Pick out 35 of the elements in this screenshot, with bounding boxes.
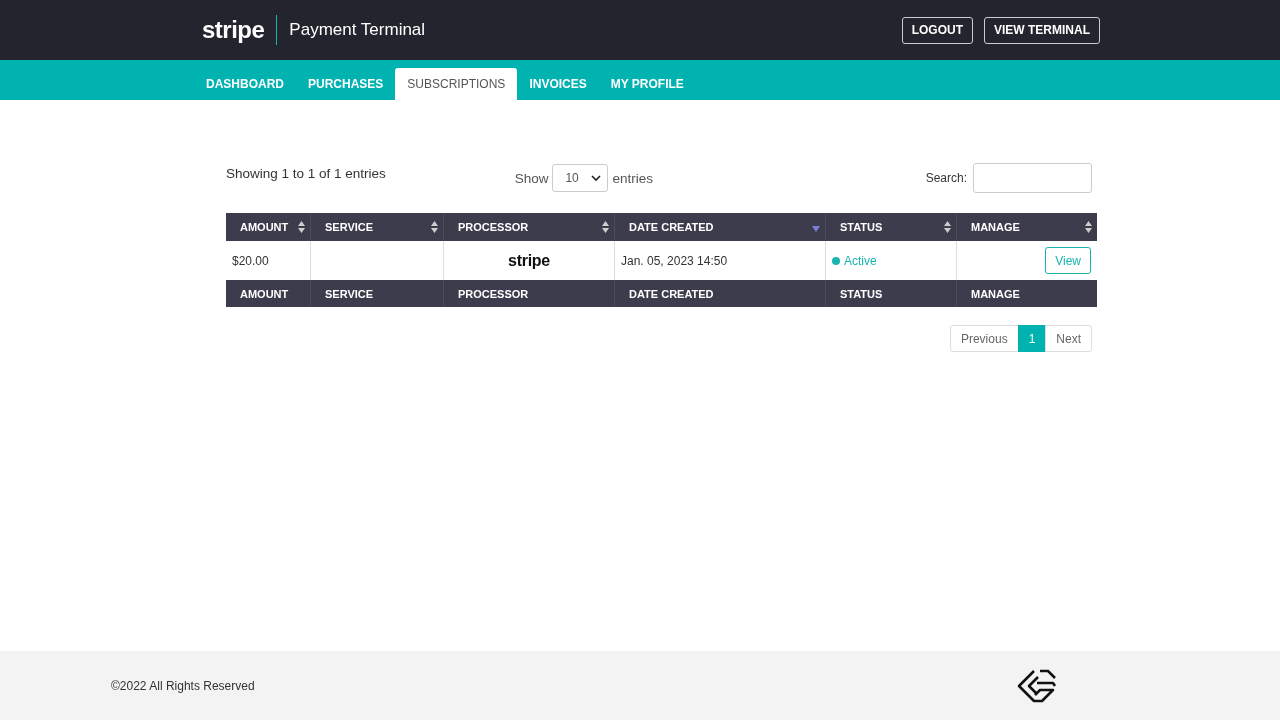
page-button[interactable]: Previous xyxy=(949,325,1019,352)
stripe-logo: stripe xyxy=(202,16,265,44)
sort-icon xyxy=(1085,221,1092,233)
sort-icon xyxy=(431,221,438,233)
column-footer: MANAGE xyxy=(956,280,1097,307)
search-field[interactable] xyxy=(973,163,1092,193)
column-header[interactable]: AMOUNT xyxy=(226,213,311,241)
chevron-down-icon xyxy=(591,174,602,182)
column-footer: AMOUNT xyxy=(226,280,311,307)
diamond-logo-icon xyxy=(1016,667,1058,704)
sort-descending-icon xyxy=(812,226,820,232)
column-footer: DATE CREATED xyxy=(614,280,826,307)
entries-label: entries xyxy=(612,170,653,186)
column-header[interactable]: SERVICE xyxy=(310,213,444,241)
entries-select[interactable]: 10 xyxy=(552,164,609,192)
nav-tab[interactable]: SUBSCRIPTIONS xyxy=(395,68,518,100)
header-button[interactable]: LOGOUT xyxy=(901,16,973,44)
show-label: Show xyxy=(514,170,549,186)
column-footer: PROCESSOR xyxy=(443,280,615,307)
column-header[interactable]: PROCESSOR xyxy=(443,213,615,241)
header-button[interactable]: VIEW TERMINAL xyxy=(984,16,1100,44)
page-button[interactable]: Next xyxy=(1045,325,1092,352)
app-title: Payment Terminal xyxy=(289,20,426,40)
sort-icon xyxy=(298,221,305,233)
copyright-text: ©2022 All Rights Reserved xyxy=(111,678,255,693)
search-label: Search: xyxy=(925,171,967,185)
column-header[interactable]: STATUS xyxy=(825,213,957,241)
column-footer: SERVICE xyxy=(310,280,444,307)
column-header[interactable]: MANAGE xyxy=(956,213,1097,241)
table-info: Showing 1 to 1 of 1 entries xyxy=(226,165,387,181)
column-footer: STATUS xyxy=(825,280,957,307)
status-text: Active xyxy=(844,253,877,268)
sort-icon xyxy=(602,221,609,233)
sort-icon xyxy=(944,221,951,233)
column-header[interactable]: DATE CREATED xyxy=(614,213,826,241)
